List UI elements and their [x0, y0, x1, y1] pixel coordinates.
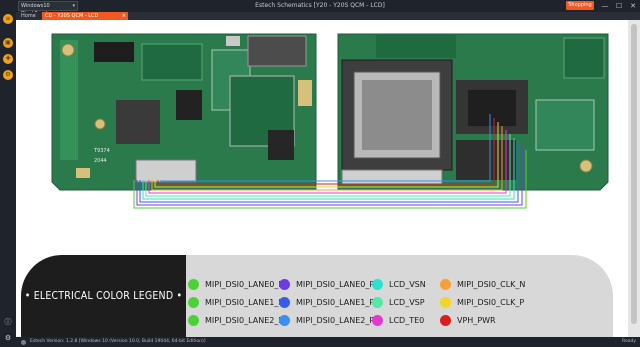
color-legend: • ELECTRICAL COLOR LEGEND • MIPI_DSI0_LA… [21, 255, 613, 337]
legend-label: MIPI_DSI0_LANE1_N [205, 298, 285, 307]
legend-dot [372, 297, 383, 308]
status-version: Estech Version: 1.2.8 [Windows 10 (Versi… [30, 339, 206, 344]
sidebar-settings-icon[interactable]: ⚙ [3, 70, 13, 80]
close-icon: ✕ [630, 2, 636, 10]
legend-label: VPH_PWR [457, 316, 496, 325]
status-ready: Ready [622, 339, 636, 344]
legend-label: LCD_VSN [389, 280, 426, 289]
legend-dot [372, 279, 383, 290]
legend-title: • ELECTRICAL COLOR LEGEND • [21, 255, 186, 337]
pcb-board-front[interactable]: T9374 2044 [51, 33, 317, 191]
legend-label: MIPI_DSI0_LANE0_P [296, 280, 375, 289]
window-title: Estech Schematics [Y20 - Y20S QCM - LCD] [255, 2, 385, 9]
legend-dot [188, 315, 199, 326]
maximize-button[interactable]: ☐ [612, 0, 626, 12]
svg-text:2044: 2044 [94, 158, 107, 164]
tab-bar: Home CD - Y20S QCM - LCD × [16, 12, 640, 20]
status-icon [21, 340, 26, 345]
legend-dot [279, 315, 290, 326]
legend-label: MIPI_DSI0_CLK_N [457, 280, 526, 289]
workspace-select[interactable]: Windows10 BlackPearl ▾ [18, 1, 78, 17]
legend-dot [440, 297, 451, 308]
vertical-scrollbar[interactable] [628, 20, 640, 337]
legend-dot [440, 279, 451, 290]
tab-active[interactable]: CD - Y20S QCM - LCD × [42, 12, 128, 20]
status-bar: Estech Version: 1.2.8 [Windows 10 (Versi… [16, 337, 640, 347]
gear-icon[interactable]: ⚙ [4, 334, 12, 342]
legend-dot [279, 297, 290, 308]
legend-label: LCD_VSP [389, 298, 425, 307]
legend-dot [188, 297, 199, 308]
legend-dot [372, 315, 383, 326]
sidebar-board-icon[interactable]: ▣ [3, 38, 13, 48]
chevron-down-icon: ▾ [72, 3, 75, 9]
legend-dot [188, 279, 199, 290]
legend-dot [279, 279, 290, 290]
legend-label: MIPI_DSI0_LANE1_P [296, 298, 375, 307]
title-bar: Estech Schematics [Y20 - Y20S QCM - LCD]… [0, 0, 640, 17]
tab-active-label: CD - Y20S QCM - LCD [45, 13, 99, 19]
scroll-thumb[interactable] [631, 24, 637, 324]
tab-home-label: Home [21, 13, 36, 19]
svg-text:T9374: T9374 [93, 148, 110, 154]
info-icon[interactable]: ⓘ [4, 318, 12, 326]
legend-label: MIPI_DSI0_LANE2_P [296, 316, 375, 325]
legend-dot [440, 315, 451, 326]
legend-label: MIPI_DSI0_LANE2_N [205, 316, 285, 325]
pcb-board-back[interactable] [337, 33, 609, 191]
close-window-button[interactable]: ✕ [626, 0, 640, 12]
legend-label: LCD_TE0 [389, 316, 425, 325]
minimize-icon: — [601, 2, 609, 10]
tab-close-icon[interactable]: × [122, 12, 126, 20]
legend-label: MIPI_DSI0_LANE0_N [205, 280, 285, 289]
minimize-button[interactable]: — [598, 0, 612, 12]
legend-label: MIPI_DSI0_CLK_P [457, 298, 525, 307]
tab-home[interactable]: Home [18, 12, 39, 20]
shopping-label: Shopping [568, 2, 592, 8]
maximize-icon: ☐ [615, 2, 623, 10]
sidebar-tools-icon[interactable]: ✚ [3, 54, 13, 64]
left-sidebar: ≡ ▣ ✚ ⚙ ⓘ ⚙ [0, 12, 16, 347]
shopping-button[interactable]: Shopping [566, 1, 594, 10]
sidebar-menu-icon[interactable]: ≡ [3, 14, 13, 24]
